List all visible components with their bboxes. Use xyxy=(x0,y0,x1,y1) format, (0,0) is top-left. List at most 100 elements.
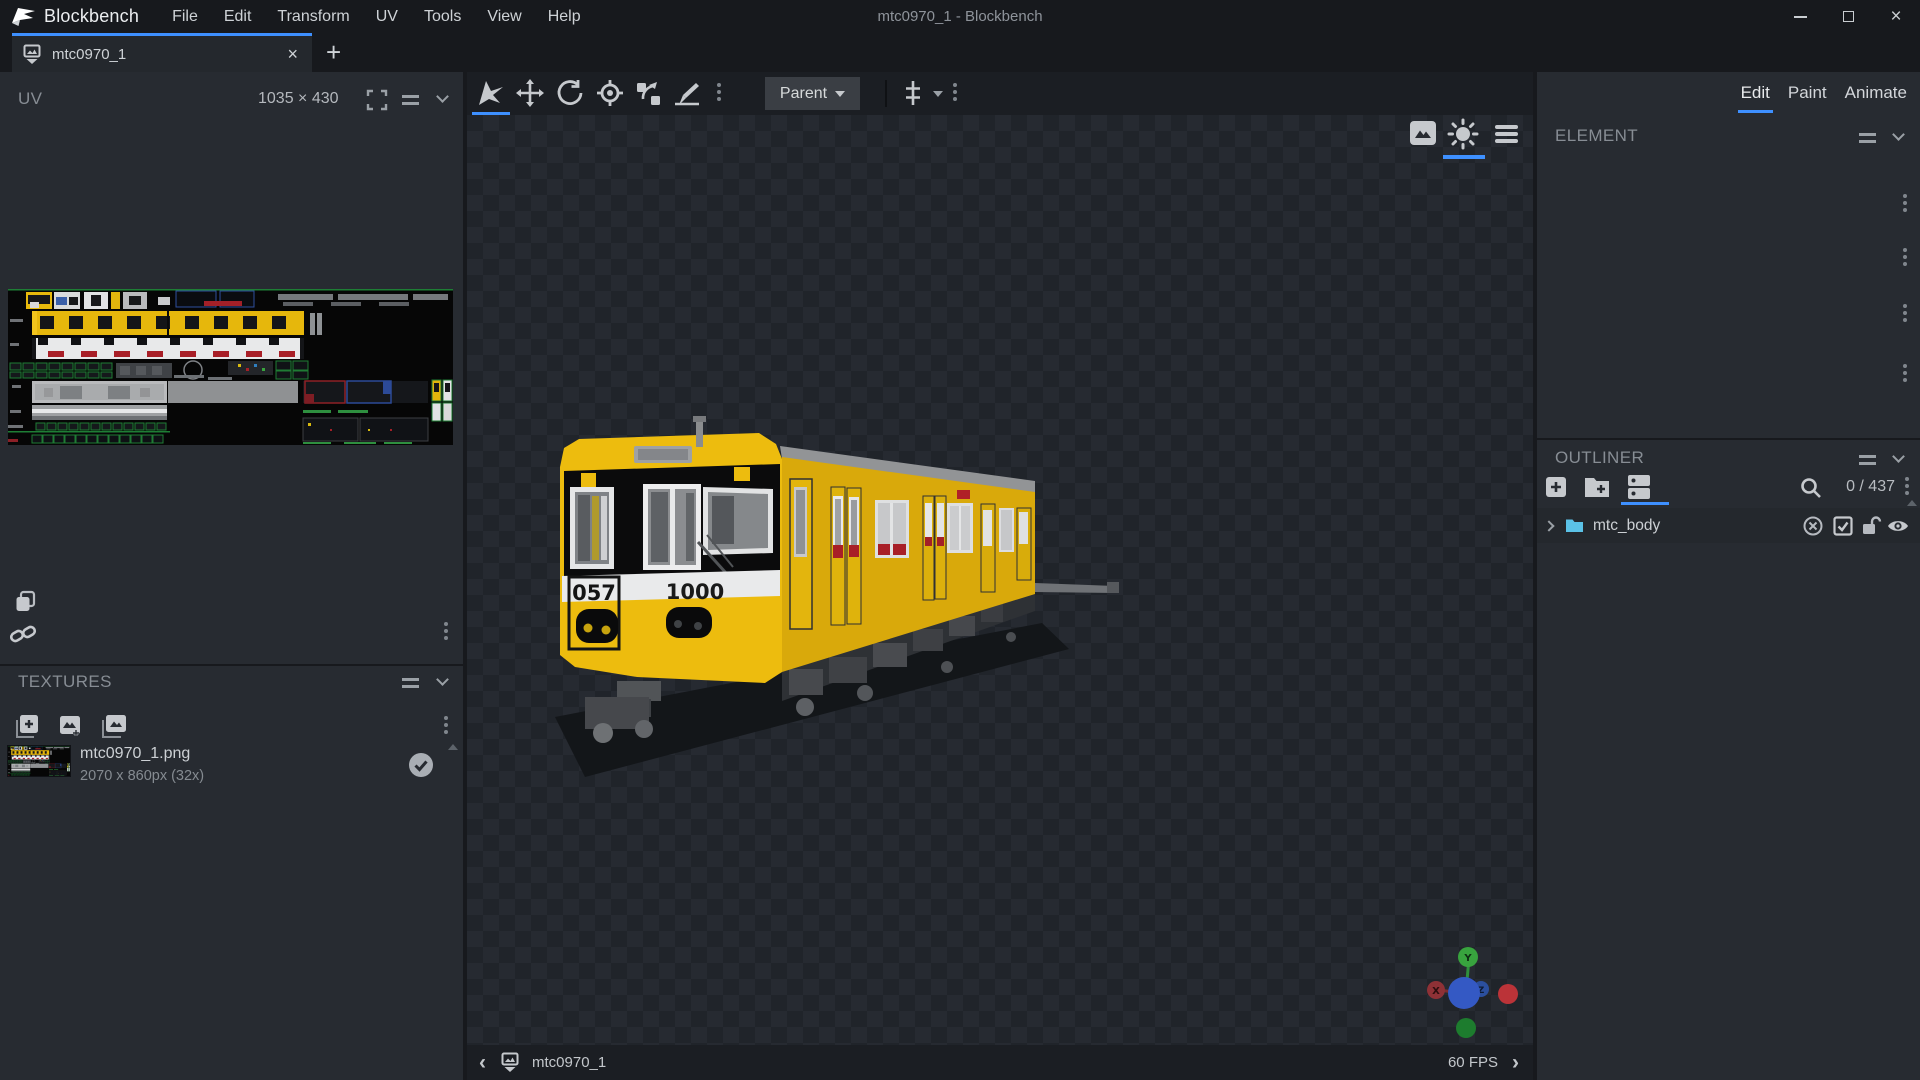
element-panel-title: ELEMENT xyxy=(1555,126,1638,146)
menu-uv[interactable]: UV xyxy=(363,0,411,33)
axis-gizmo[interactable]: ZYX xyxy=(1417,940,1527,1040)
viewport-lighting-icon[interactable] xyxy=(1447,118,1479,155)
add-group-icon[interactable] xyxy=(1583,475,1611,504)
outliner-panel-title: OUTLINER xyxy=(1555,448,1644,468)
toggle-export-icon[interactable] xyxy=(1802,515,1824,537)
element-slider-overflow-icon-2[interactable] xyxy=(1903,248,1907,252)
status-next-icon[interactable]: › xyxy=(1512,1051,1519,1075)
outliner-toggle-underline xyxy=(1621,502,1669,505)
copy-uv-icon[interactable] xyxy=(14,590,37,618)
fps-counter: 60 FPS xyxy=(1448,1054,1498,1071)
titlebar: Blockbench File Edit Transform UV Tools … xyxy=(0,0,1920,33)
textures-panel-menu-icon[interactable] xyxy=(402,678,419,688)
viewport-canvas[interactable]: 0571000 ZYX xyxy=(467,115,1533,1045)
close-window-button[interactable]: × xyxy=(1872,0,1920,33)
maximize-icon xyxy=(1843,11,1854,22)
brush-tool-icon[interactable] xyxy=(671,78,701,113)
transform-space-dropdown[interactable]: Parent xyxy=(765,77,860,110)
texture-list-item[interactable]: mtc0970_1.png 2070 x 860px (32x) xyxy=(0,740,463,788)
tab-label: mtc0970_1 xyxy=(52,46,287,63)
tab-edit[interactable]: Edit xyxy=(1738,74,1773,113)
panel-divider xyxy=(1537,438,1920,440)
tab-paint[interactable]: Paint xyxy=(1785,74,1830,113)
project-icon xyxy=(22,44,42,65)
uv-texture-preview[interactable] xyxy=(8,289,453,445)
uv-panel-title: UV xyxy=(18,89,42,109)
texture-list-scroll-up-icon[interactable] xyxy=(448,744,458,750)
link-uv-icon[interactable] xyxy=(10,624,38,651)
element-slider-overflow-icon-3[interactable] xyxy=(1903,304,1907,308)
status-bar: ‹ mtc0970_1 60 FPS › xyxy=(467,1045,1533,1080)
toggle-autouv-checkbox-icon[interactable] xyxy=(1832,515,1854,537)
textures-panel-collapse-icon[interactable] xyxy=(436,673,449,686)
dropdown-arrow-icon xyxy=(835,91,845,97)
svg-text:Y: Y xyxy=(1463,953,1472,964)
new-tab-button[interactable]: + xyxy=(326,34,341,70)
toolbar-overflow-icon[interactable] xyxy=(717,83,721,87)
outliner-group-row[interactable]: mtc_body xyxy=(1537,508,1920,543)
resize-tool-icon[interactable] xyxy=(515,78,545,113)
move-tool-icon[interactable] xyxy=(475,78,507,113)
viewport-texture-mode-icon[interactable] xyxy=(1408,119,1438,152)
menu-help[interactable]: Help xyxy=(535,0,594,33)
left-panel: UV 1035 × 430 TEXTURES xyxy=(0,72,463,1080)
fullscreen-icon[interactable] xyxy=(366,89,388,116)
textures-overflow-icon[interactable] xyxy=(444,716,448,720)
vertex-snap-tool-icon[interactable] xyxy=(633,78,663,113)
svg-text:057: 057 xyxy=(572,581,616,605)
status-project-icon xyxy=(500,1052,520,1073)
outliner-count: 0 / 437 xyxy=(1833,478,1895,496)
project-tab[interactable]: mtc0970_1 × xyxy=(12,33,312,72)
search-icon[interactable] xyxy=(1799,476,1823,505)
menu-edit[interactable]: Edit xyxy=(211,0,265,33)
main-toolbar: Parent xyxy=(467,72,1533,115)
right-panel: Edit Paint Animate ELEMENT OUTLINER xyxy=(1537,72,1920,1080)
element-slider-overflow-icon-4[interactable] xyxy=(1903,364,1907,368)
outliner-overflow-icon[interactable] xyxy=(1905,477,1909,481)
expand-group-icon[interactable] xyxy=(1543,520,1554,531)
outliner-scroll-up-icon[interactable] xyxy=(1907,500,1917,506)
app-name: Blockbench xyxy=(44,6,139,27)
element-slider-overflow-icon-1[interactable] xyxy=(1903,194,1907,198)
texture-size: 2070 x 860px (32x) xyxy=(80,768,204,784)
rotate-tool-icon[interactable] xyxy=(555,78,585,113)
texture-selected-check-icon[interactable] xyxy=(408,752,434,783)
texture-thumbnail xyxy=(8,746,70,776)
window-title: mtc0970_1 - Blockbench xyxy=(877,0,1042,33)
status-project-name: mtc0970_1 xyxy=(532,1054,606,1071)
add-cube-icon[interactable] xyxy=(1543,474,1569,505)
toolbar-end-overflow-icon[interactable] xyxy=(953,83,957,87)
outliner-panel-menu-icon[interactable] xyxy=(1859,455,1876,465)
element-panel-menu-icon[interactable] xyxy=(1859,133,1876,143)
uv-sliders-overflow-icon[interactable] xyxy=(444,622,448,626)
svg-text:X: X xyxy=(1432,986,1440,997)
viewport-menu-icon[interactable] xyxy=(1495,125,1518,146)
maximize-button[interactable] xyxy=(1824,0,1872,33)
status-prev-icon[interactable]: ‹ xyxy=(479,1051,486,1075)
mode-tabs: Edit Paint Animate xyxy=(1738,74,1910,113)
panel-divider xyxy=(0,664,463,666)
folder-icon xyxy=(1565,518,1584,533)
tab-animate[interactable]: Animate xyxy=(1842,74,1910,113)
viewport-mode-underline xyxy=(1443,155,1485,159)
svg-text:1000: 1000 xyxy=(666,580,724,604)
tab-bar: mtc0970_1 × + xyxy=(0,33,1920,72)
menu-file[interactable]: File xyxy=(159,0,211,33)
tab-close-icon[interactable]: × xyxy=(287,44,298,65)
pivot-tool-icon[interactable] xyxy=(595,78,625,113)
align-tool-icon[interactable] xyxy=(899,79,927,112)
uv-panel-collapse-icon[interactable] xyxy=(436,90,449,103)
uv-panel-menu-icon[interactable] xyxy=(402,95,419,105)
texture-name: mtc0970_1.png xyxy=(80,745,190,763)
menu-tools[interactable]: Tools xyxy=(411,0,474,33)
align-dropdown-arrow-icon[interactable] xyxy=(933,91,943,97)
menu-view[interactable]: View xyxy=(474,0,534,33)
lock-icon[interactable] xyxy=(1860,515,1882,537)
transform-space-value: Parent xyxy=(780,85,827,103)
element-panel-collapse-icon[interactable] xyxy=(1892,128,1905,141)
outliner-panel-collapse-icon[interactable] xyxy=(1892,450,1905,463)
menu-transform[interactable]: Transform xyxy=(264,0,362,33)
minimize-button[interactable] xyxy=(1776,0,1824,33)
blockbench-logo-icon xyxy=(10,5,37,34)
visibility-eye-icon[interactable] xyxy=(1886,516,1910,536)
